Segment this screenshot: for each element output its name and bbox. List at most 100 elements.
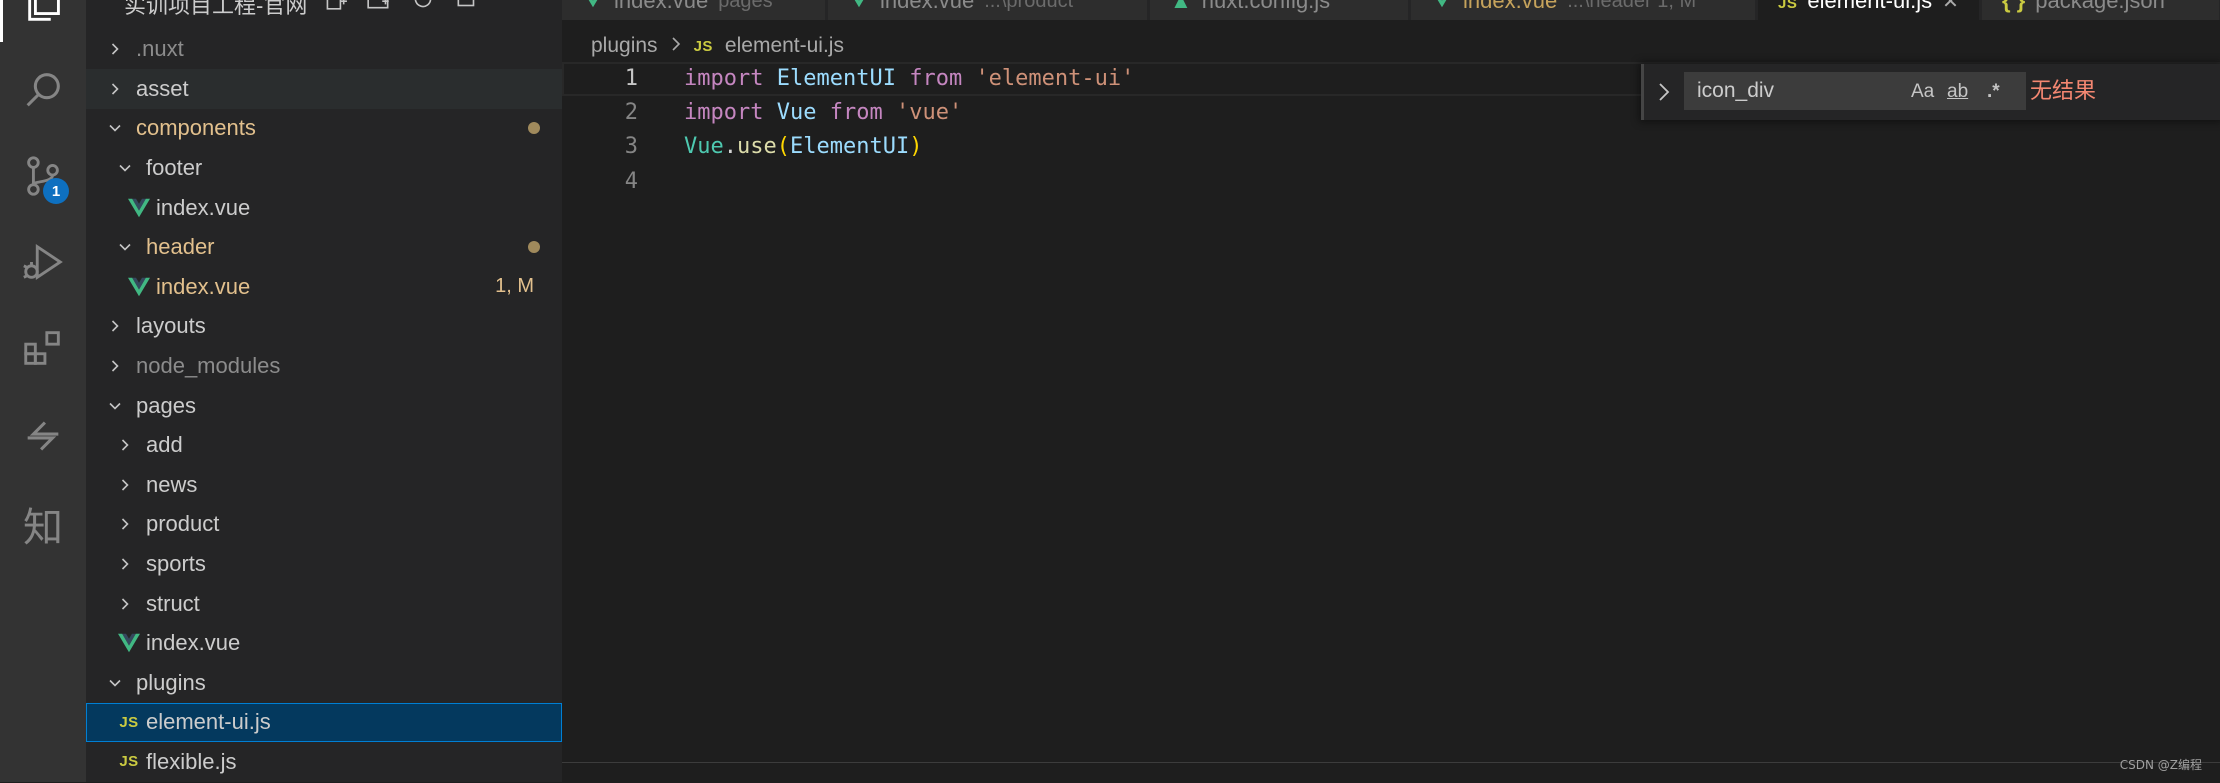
close-icon[interactable]: ✕ <box>1942 0 1959 14</box>
tree-file[interactable]: index.vue 1, M <box>86 267 562 307</box>
explorer-icon[interactable] <box>0 0 86 42</box>
breadcrumb: plugins JS element-ui.js <box>591 32 844 60</box>
chevron-down-icon <box>106 119 124 137</box>
chevron-right-icon <box>116 436 134 454</box>
tree-folder[interactable]: news <box>86 465 562 505</box>
tree-folder[interactable]: layouts <box>86 307 562 347</box>
js-file-icon: JS <box>693 37 713 55</box>
chevron-right-icon <box>106 357 124 375</box>
chevron-right-icon <box>116 555 134 573</box>
explorer-actions <box>322 0 480 12</box>
code-token: ) <box>909 134 923 160</box>
code-token: ( <box>776 134 790 160</box>
editor-tab[interactable]: index.vue ...\product <box>828 0 1148 20</box>
tab-label: index.vue <box>1463 0 1558 13</box>
editor-tab[interactable]: index.vue ...\header 1, M <box>1411 0 1756 20</box>
modified-dot <box>528 122 540 135</box>
tree-item-label: pages <box>136 392 196 418</box>
toggle-replace-button[interactable] <box>1652 78 1676 106</box>
tree-item-label: plugins <box>136 669 206 695</box>
tree-item-label: node_modules <box>136 353 281 379</box>
tree-folder[interactable]: struct <box>86 584 562 624</box>
vue-file-icon <box>582 0 604 14</box>
breadcrumb-file[interactable]: element-ui.js <box>725 34 844 58</box>
tree-folder[interactable]: plugins <box>86 663 562 703</box>
remote-icon[interactable] <box>0 396 86 476</box>
tab-description: ...\product <box>984 0 1074 12</box>
tree-folder[interactable]: components <box>86 109 562 149</box>
tree-item-label: news <box>146 471 198 497</box>
line-number: 2 <box>624 100 638 126</box>
panel-border <box>562 762 2220 783</box>
tree-folder[interactable]: node_modules <box>86 346 562 386</box>
tab-label: index.vue <box>614 0 709 13</box>
breadcrumb-folder[interactable]: plugins <box>591 34 658 58</box>
tree-item-label: struct <box>146 590 200 616</box>
vue-file-icon <box>126 277 152 297</box>
new-folder-icon[interactable] <box>366 0 392 12</box>
chevron-down-icon <box>106 397 124 415</box>
tree-folder[interactable]: pages <box>86 386 562 426</box>
tree-file[interactable]: JS element-ui.js <box>86 702 562 743</box>
explorer-project-title: 实训项目工程-官网 <box>124 0 308 18</box>
tree-folder[interactable]: .nuxt <box>86 30 562 70</box>
line-text: import Vue from 'vue' <box>684 96 962 130</box>
code-line[interactable]: 3 Vue.use(ElementUI) <box>562 130 2220 164</box>
editor-tab[interactable]: index.vue pages <box>562 0 826 20</box>
tree-file[interactable]: index.vue <box>86 188 562 228</box>
match-whole-word-button[interactable]: ab <box>1947 78 1968 106</box>
refresh-icon[interactable] <box>410 0 436 12</box>
chevron-down-icon <box>116 159 134 177</box>
tree-folder[interactable]: add <box>86 425 562 465</box>
tree-folder[interactable]: header <box>86 227 562 267</box>
editor-tab[interactable]: ▲ nuxt.config.js <box>1150 0 1409 20</box>
nuxt-file-icon: ▲ <box>1170 0 1192 13</box>
tree-item-label: components <box>136 115 256 141</box>
code-token: from <box>829 100 883 126</box>
code-token: ElementUI <box>790 134 910 160</box>
code-token: Vue <box>684 134 724 160</box>
source-control-badge: 1 <box>43 178 69 204</box>
tab-strip: index.vue pages index.vue ...\product ▲ nuxt.… <box>562 0 2220 20</box>
editor-tab[interactable]: { } package.json <box>1982 0 2220 20</box>
tree-folder[interactable]: asset <box>86 69 562 109</box>
source-control-icon[interactable] <box>0 136 86 216</box>
extensions-icon[interactable] <box>0 308 86 388</box>
match-case-button[interactable]: Aa <box>1911 78 1934 106</box>
chevron-right-icon <box>106 40 124 58</box>
tree-folder[interactable]: product <box>86 505 562 545</box>
code-token: 'vue' <box>895 100 963 126</box>
tree-item-label: layouts <box>136 313 206 339</box>
run-debug-icon[interactable] <box>0 222 86 302</box>
collapse-all-icon[interactable] <box>454 0 480 12</box>
chevron-right-icon <box>116 595 134 613</box>
tree-file[interactable]: JS flexible.js <box>86 742 562 782</box>
modified-dot <box>528 241 540 254</box>
code-token: 'element-ui' <box>975 66 1135 91</box>
tree-folder[interactable]: footer <box>86 148 562 188</box>
zhi-icon[interactable]: 知 <box>0 484 86 564</box>
find-input[interactable]: icon_div Aa ab .* <box>1684 72 2026 110</box>
tree-file[interactable]: index.vue <box>86 623 562 663</box>
code-line[interactable]: 4 <box>562 165 2220 199</box>
use-regex-button[interactable]: .* <box>1987 78 2000 106</box>
explorer-tree: .nuxt asset components footer index.vue heade… <box>86 30 562 782</box>
chevron-down-icon <box>116 238 134 256</box>
vue-file-icon <box>116 633 142 653</box>
chevron-down-icon <box>106 674 124 692</box>
watermark: CSDN @Z编程 <box>2119 758 2202 772</box>
tab-description: pages <box>718 0 773 12</box>
tree-item-label: index.vue <box>156 194 251 220</box>
tab-description: ...\header 1, M <box>1567 0 1697 12</box>
tree-item-label: .nuxt <box>136 36 184 62</box>
tree-item-label: sports <box>146 551 206 577</box>
line-text: import ElementUI from 'element-ui' <box>684 62 1134 96</box>
tree-folder[interactable]: sports <box>86 544 562 584</box>
editor-tab[interactable]: JS element-ui.js ✕ <box>1758 0 1980 20</box>
new-file-icon[interactable] <box>322 0 348 12</box>
search-icon[interactable] <box>0 50 86 130</box>
tree-item-label: add <box>146 432 183 458</box>
